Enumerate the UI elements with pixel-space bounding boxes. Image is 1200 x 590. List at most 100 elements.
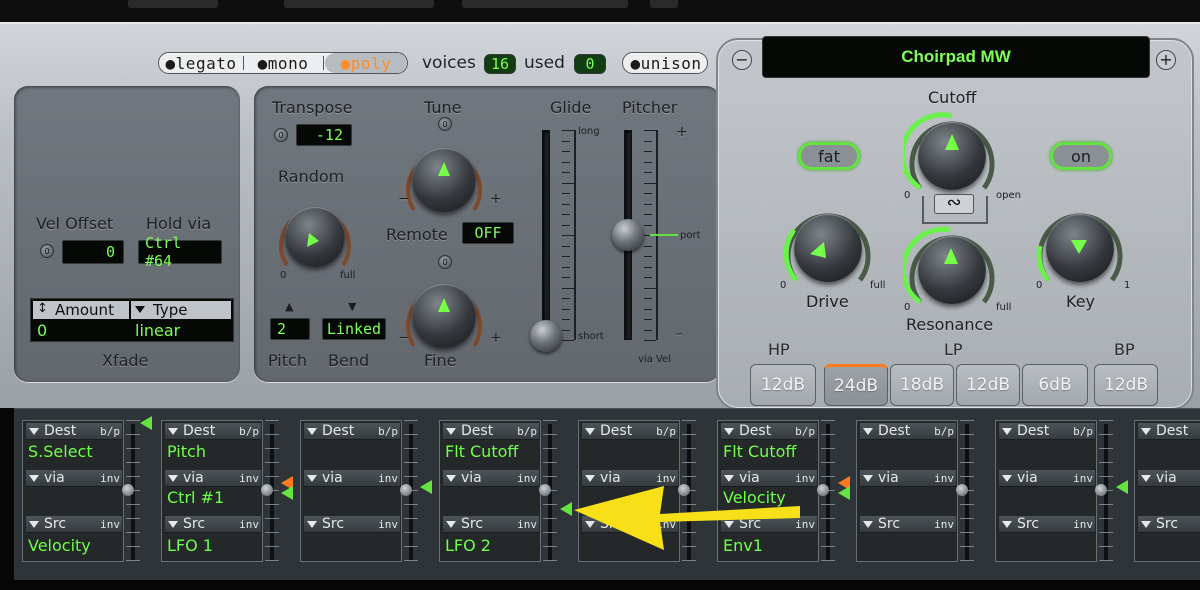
voices-display[interactable]: 16 [484,54,516,74]
xfade-amount-value[interactable]: 0 [37,321,47,340]
fat-button[interactable]: fat [798,142,860,170]
slot-dest-value[interactable]: S.Select [28,443,93,461]
legato-button[interactable]: ● legato [161,53,241,73]
xfade-type-header[interactable]: Type [131,301,231,319]
slot-dest-row[interactable]: Dest b/p [304,423,400,440]
slot-via-row[interactable]: via inv [1138,470,1200,487]
glide-fader-track[interactable] [542,130,550,340]
slot-src-inv-toggle[interactable]: inv [934,516,954,533]
slot-src-row[interactable]: Src inv [860,516,956,533]
slot-via-inv-toggle[interactable]: inv [934,470,954,487]
xfade-amount-header[interactable]: ↕ Amount [33,301,129,319]
patch-next-button[interactable]: + [1156,50,1176,70]
slot-src-value[interactable]: LFO 2 [445,537,491,555]
slot-dest-row[interactable]: Dest b/p [721,423,817,440]
mod-via-knob[interactable] [956,484,968,496]
filter-on-button[interactable]: on [1050,142,1112,170]
glide-fader-handle[interactable] [530,319,562,352]
slot-via-inv-toggle[interactable]: inv [517,470,537,487]
slot-src-inv-toggle[interactable]: inv [100,516,120,533]
mod-via-knob[interactable] [539,484,551,496]
slope-lp-12db-button[interactable]: 12dB [956,364,1020,406]
slot-dest-value[interactable]: Flt Cutoff [723,443,796,461]
slot-dest-row[interactable]: Dest b/p [165,423,261,440]
pitcher-fader-handle[interactable] [612,219,644,251]
slot-src-row[interactable]: Src inv [165,516,261,533]
slot-dest-row[interactable]: Dest b/p [999,423,1095,440]
mod-via-knob[interactable] [1095,484,1107,496]
top-tab[interactable] [284,0,434,8]
drive-knob[interactable] [794,214,862,282]
slot-via-row[interactable]: via inv [443,470,539,487]
top-tab[interactable] [650,0,678,8]
slot-src-value[interactable]: LFO 1 [167,537,213,555]
resonance-knob[interactable] [918,236,986,304]
slot-dest-row[interactable]: Dest b/p [582,423,678,440]
slot-dest-bp-toggle[interactable]: b/p [239,423,259,440]
slot-src-inv-toggle[interactable]: inv [239,516,259,533]
random-knob[interactable] [285,207,345,267]
slot-dest-bp-toggle[interactable]: b/p [656,423,676,440]
slope-lp-6db-button[interactable]: 6dB [1022,364,1088,406]
pitch-up-icon[interactable]: ▲ [285,300,293,313]
vel-offset-display[interactable]: 0 [62,240,124,264]
slot-dest-bp-toggle[interactable]: b/p [934,423,954,440]
hold-via-display[interactable]: Ctrl #64 [138,234,222,270]
slot-via-row[interactable]: via inv [165,470,261,487]
mod-via-knob[interactable] [400,484,412,496]
slot-src-row[interactable]: Src inv [26,516,122,533]
slope-hp-12db-button[interactable]: 12dB [750,364,816,406]
fine-knob[interactable] [412,284,476,348]
slot-via-row[interactable]: via inv [999,470,1095,487]
slot-via-inv-toggle[interactable]: inv [239,470,259,487]
slot-dest-value[interactable]: Flt Cutoff [445,443,518,461]
slot-via-row[interactable]: via inv [860,470,956,487]
poly-button[interactable]: ● poly [325,53,407,73]
slot-src-row[interactable]: Src inv [443,516,539,533]
key-knob[interactable] [1046,214,1114,282]
top-tab[interactable] [462,0,628,8]
tune-zero-button[interactable]: 0 [438,117,452,131]
slot-src-row[interactable]: Src inv [304,516,400,533]
slot-dest-row[interactable]: Dest b/p [1138,423,1200,440]
slot-dest-row[interactable]: Dest b/p [860,423,956,440]
tune-knob[interactable] [412,148,476,212]
slot-dest-bp-toggle[interactable]: b/p [100,423,120,440]
mod-via-knob[interactable] [817,484,829,496]
bend-down-icon[interactable]: ▼ [348,300,356,313]
top-tab[interactable] [128,0,218,8]
slot-src-row[interactable]: Src inv [999,516,1095,533]
slot-via-row[interactable]: via inv [304,470,400,487]
slope-bp-12db-button[interactable]: 12dB [1094,364,1158,406]
slot-dest-bp-toggle[interactable]: b/p [1073,423,1093,440]
slot-dest-bp-toggle[interactable]: b/p [795,423,815,440]
slot-src-value[interactable]: Velocity [28,537,91,555]
slot-src-row[interactable]: Src inv [1138,516,1200,533]
remote-display[interactable]: OFF [462,222,514,244]
cutoff-resonance-link-button[interactable]: ∾ [934,194,974,214]
unison-button[interactable]: ● unison [622,52,708,74]
transpose-zero-button[interactable]: 0 [274,128,288,142]
slot-via-inv-toggle[interactable]: inv [100,470,120,487]
xfade-type-value[interactable]: linear [135,321,180,340]
patch-prev-button[interactable]: − [732,50,752,70]
slot-dest-value[interactable]: Pitch [167,443,206,461]
slope-lp-24db-button[interactable]: 24dB [824,364,888,406]
slot-via-row[interactable]: via inv [26,470,122,487]
slot-src-inv-toggle[interactable]: inv [517,516,537,533]
mono-button[interactable]: ● mono [245,53,321,73]
slot-via-value[interactable]: Ctrl #1 [167,489,224,507]
cutoff-knob[interactable] [918,122,986,190]
vel-offset-zero-button[interactable]: 0 [40,244,54,258]
slope-lp-18db-button[interactable]: 18dB [890,364,954,406]
mod-via-knob[interactable] [122,484,134,496]
slot-via-inv-toggle[interactable]: inv [378,470,398,487]
slot-dest-bp-toggle[interactable]: b/p [517,423,537,440]
slot-src-inv-toggle[interactable]: inv [378,516,398,533]
slot-dest-row[interactable]: Dest b/p [443,423,539,440]
mod-via-knob[interactable] [261,484,273,496]
pitch-bend-down-display[interactable]: Linked [322,318,386,340]
slot-src-inv-toggle[interactable]: inv [1073,516,1093,533]
fine-zero-button[interactable]: 0 [438,255,452,269]
pitch-bend-up-display[interactable]: 2 [270,318,310,340]
